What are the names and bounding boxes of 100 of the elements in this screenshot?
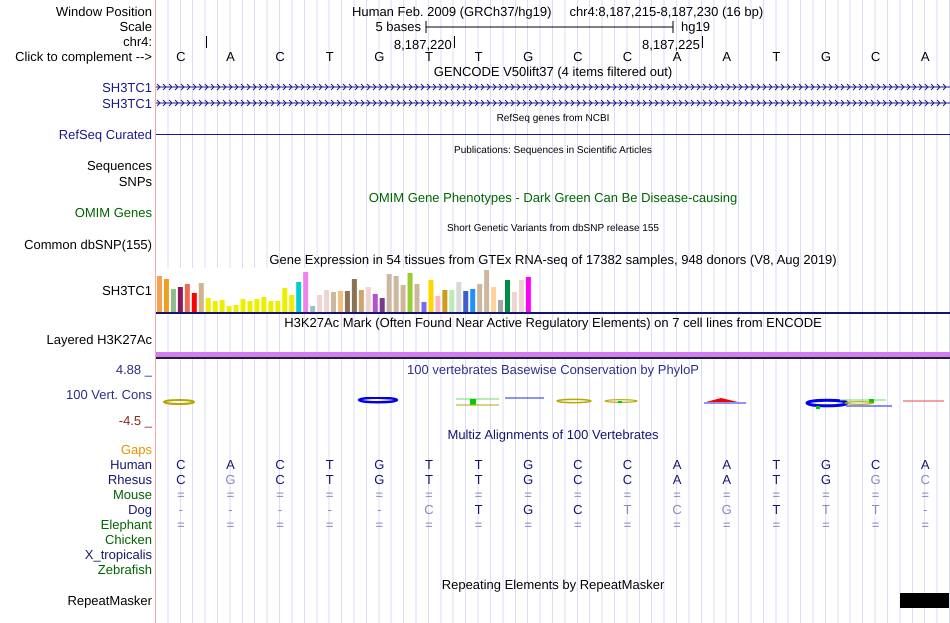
alignment-base: G [224, 472, 236, 487]
alignment-base: A [721, 456, 732, 472]
alignment-base: G [720, 502, 733, 517]
alignment-base: - [922, 502, 928, 517]
track-label[interactable]: OMIM Genes [74, 205, 152, 220]
species-label[interactable]: Mouse [112, 486, 152, 502]
alignment-base: G [820, 472, 832, 487]
track-label[interactable]: SH3TC1 [102, 96, 152, 111]
alignment-base: C [622, 456, 634, 472]
alignment-base: = [324, 516, 334, 532]
alignment-base: A [672, 456, 682, 472]
alignment-base: = [920, 516, 930, 532]
alignment-base: = [622, 516, 632, 532]
track-title: Gene Expression in 54 tissues from GTEx RNA-seq of 17382 samples, 948 donors (V8, Aug 2019) [269, 252, 837, 268]
track-title: H3K27Ac Mark (Often Found Near Active Regulatory Elements) on 7 cell lines from ENCODE [284, 315, 822, 330]
alignment-base: = [672, 486, 682, 502]
alignment-base: = [672, 516, 682, 532]
base-letter[interactable]: A [652, 49, 702, 64]
species-label[interactable]: Rhesus [108, 472, 152, 487]
alignment-base: T [474, 502, 484, 517]
alignment-base: = [622, 486, 632, 502]
base-letter[interactable]: G [503, 49, 553, 64]
row-label[interactable]: Click to complement --> [15, 49, 152, 64]
base-letter[interactable]: G [801, 49, 851, 64]
row-label: Scale [119, 19, 152, 34]
alignment-base: = [176, 486, 186, 502]
repeat-element[interactable] [900, 592, 949, 608]
base-letter[interactable]: C [553, 49, 603, 64]
alignment-base: C [274, 456, 286, 472]
alignment-base: = [870, 486, 880, 502]
alignment-base: = [920, 486, 930, 502]
position-text: chr4:8,187,215-8,187,230 (16 bp) [569, 4, 764, 19]
scale-text: 5 bases [374, 19, 422, 34]
alignment-base: = [374, 516, 384, 532]
alignment-base: G [870, 472, 882, 487]
alignment-base: T [324, 472, 335, 487]
alignment-base: - [178, 502, 184, 517]
alignment-base: - [376, 502, 382, 517]
base-letter[interactable]: T [752, 49, 802, 64]
alignment-base: - [276, 502, 284, 517]
track-title: Repeating Elements by RepeatMasker [442, 577, 664, 592]
alignment-base: = [722, 516, 732, 532]
species-label[interactable]: Human [110, 456, 152, 472]
track-label[interactable]: RefSeq Curated [58, 126, 152, 142]
track-label[interactable]: 100 Vert. Cons [66, 387, 152, 402]
alignment-base: = [573, 486, 583, 502]
alignment-base: = [324, 486, 334, 502]
track-label[interactable]: SH3TC1 [102, 283, 152, 298]
alignment-base: C [274, 472, 286, 487]
species-label[interactable]: X_tropicalis [84, 546, 152, 562]
track-title: Publications: Sequences in Scientific Articles [454, 144, 652, 156]
alignment-base: C [622, 472, 634, 487]
alignment-base: = [523, 486, 533, 502]
alignment-base: = [275, 516, 285, 532]
assembly-name: hg19 [681, 19, 710, 34]
axis-label: -4.5 _ [118, 412, 152, 428]
track-label[interactable]: Sequences [86, 158, 152, 174]
track-label[interactable]: RepeatMasker [67, 592, 152, 608]
alignment-base: T [474, 472, 484, 487]
alignment-base: T [771, 502, 782, 517]
alignment-base: T [474, 456, 484, 472]
base-letter[interactable]: C [602, 49, 652, 64]
track-label[interactable]: SNPs [118, 174, 152, 189]
alignment-base: T [424, 456, 434, 472]
base-letter[interactable]: A [702, 49, 752, 64]
track-label[interactable]: SH3TC1 [102, 80, 152, 95]
alignment-base: A [672, 472, 682, 487]
alignment-base: = [821, 486, 831, 502]
species-label[interactable]: Dog [128, 502, 152, 517]
alignment-base: = [772, 486, 782, 502]
base-letter[interactable]: A [900, 49, 950, 64]
alignment-base: = [424, 486, 434, 502]
alignment-base: C [423, 502, 435, 517]
base-letter[interactable]: C [850, 49, 900, 64]
alignment-base: G [522, 502, 534, 517]
tick-mark [206, 36, 207, 48]
track-label[interactable]: Layered H3K27Ac [46, 332, 152, 347]
tick-mark [702, 36, 703, 48]
base-letter[interactable]: T [454, 49, 504, 64]
base-letter[interactable]: T [304, 49, 354, 64]
base-letter[interactable]: T [404, 49, 454, 64]
base-letter[interactable]: C [255, 49, 305, 64]
species-label[interactable]: Elephant [100, 516, 152, 532]
alignment-base: G [820, 456, 832, 472]
base-letter[interactable]: A [206, 49, 256, 64]
alignment-base: = [374, 486, 384, 502]
axis-label: 4.88 _ [116, 362, 152, 377]
alignment-base: T [820, 502, 831, 517]
species-label[interactable]: Chicken [105, 532, 152, 547]
alignment-base: = [226, 486, 236, 502]
base-letter[interactable]: C [156, 49, 206, 64]
base-letter[interactable]: G [354, 49, 404, 64]
track-label[interactable]: Common dbSNP(155) [24, 236, 152, 252]
alignment-base: G [373, 472, 386, 487]
track-title: Multiz Alignments of 100 Vertebrates [447, 427, 658, 442]
tick-mark [454, 36, 455, 48]
alignment-base: = [176, 516, 186, 532]
species-label[interactable]: Zebrafish [98, 562, 152, 577]
alignment-base: - [326, 502, 333, 517]
alignment-base: = [424, 516, 434, 532]
